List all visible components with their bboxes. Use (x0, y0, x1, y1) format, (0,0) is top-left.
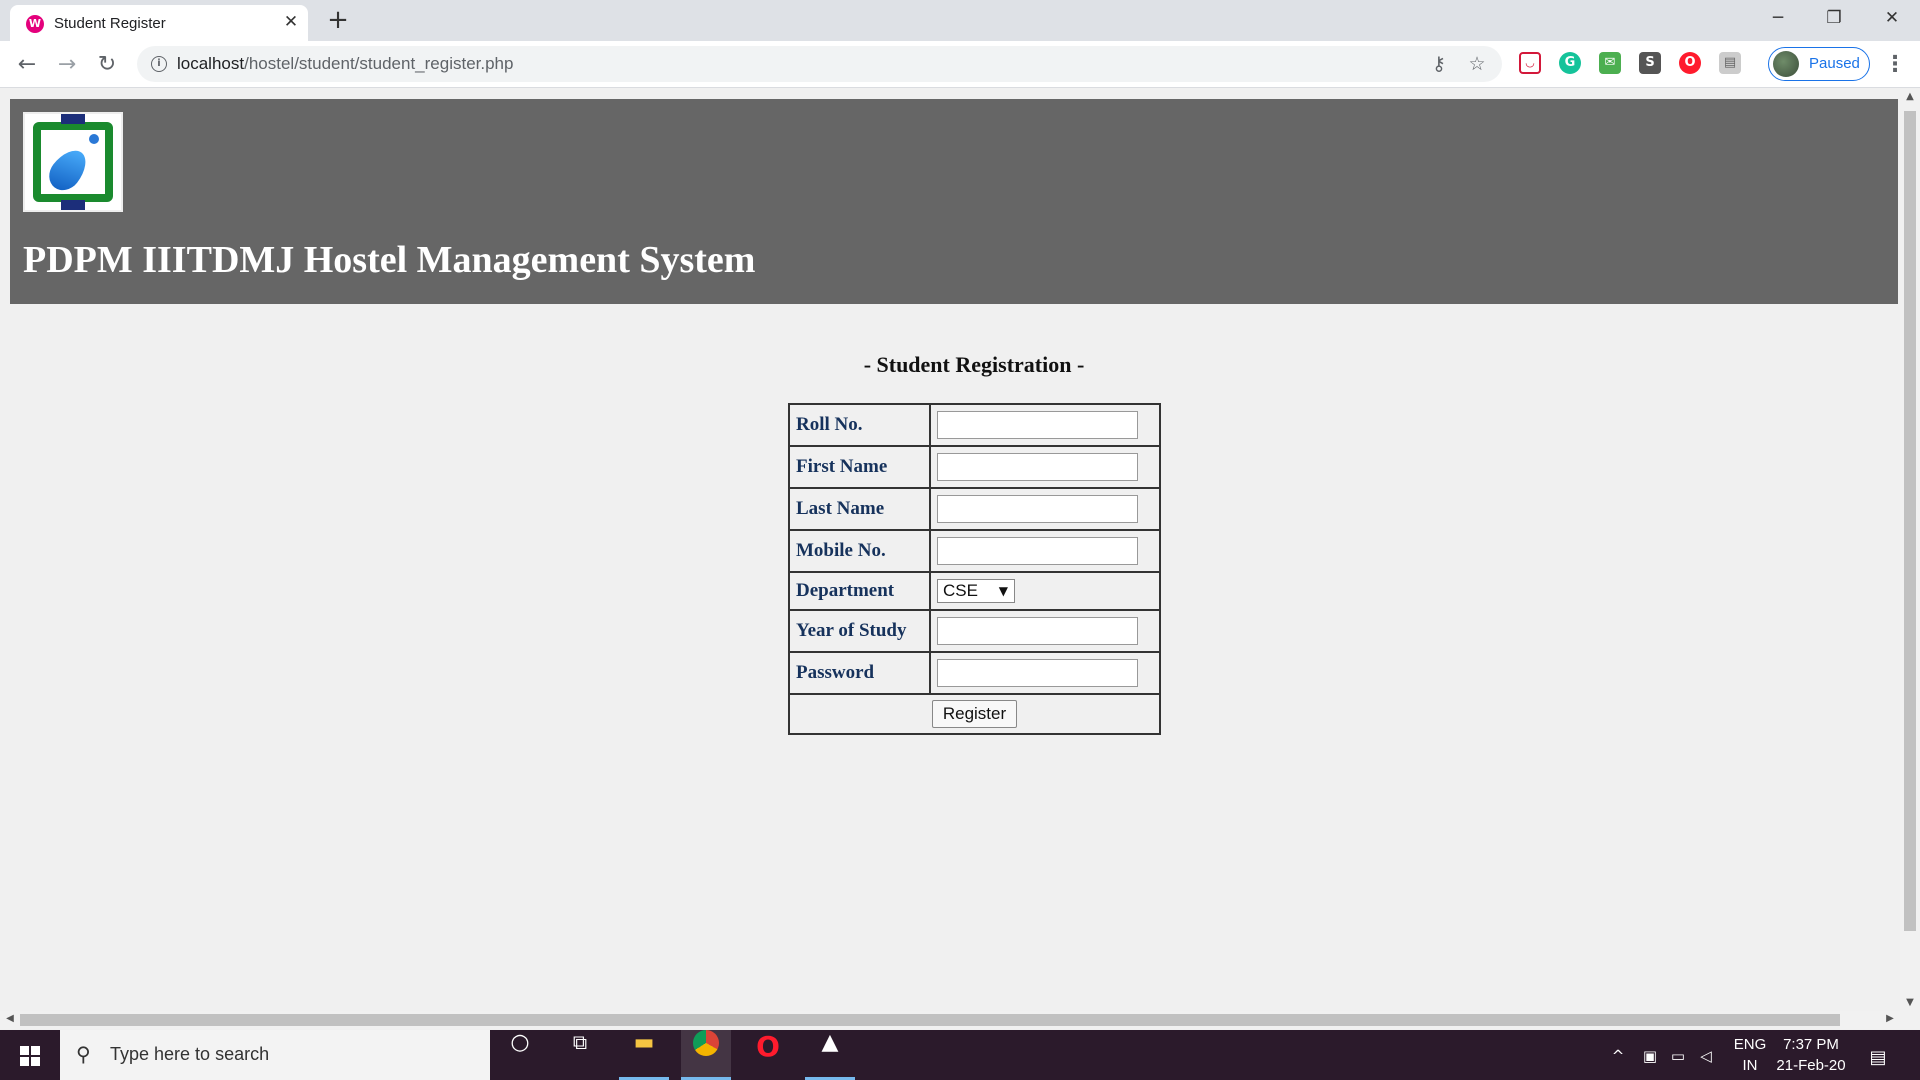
start-button[interactable] (0, 1030, 60, 1080)
restore-button[interactable]: ❐ (1806, 0, 1862, 36)
clock-date: 21-Feb-20 (1776, 1057, 1846, 1074)
site-logo (23, 112, 123, 212)
extension-icon[interactable]: ▤ (1719, 52, 1741, 74)
scroll-down-icon[interactable]: ▼ (1900, 997, 1920, 1008)
year-of-study-input[interactable] (936, 617, 1138, 645)
form-row-first-name: First Name (788, 445, 1162, 489)
form-row-department: Department CSE ▼ (788, 571, 1162, 611)
scroll-left-icon[interactable]: ◀ (0, 1013, 20, 1024)
url-path: /hostel/student/student_register.php (244, 54, 514, 73)
last-name-label: Last Name (788, 487, 931, 531)
department-select[interactable]: CSE ▼ (936, 579, 1015, 603)
volume-icon[interactable]: ◁ (1696, 1047, 1716, 1065)
site-title: PDPM IIITDMJ Hostel Management System (23, 239, 756, 281)
taskbar-search[interactable]: ⚲ Type here to search (60, 1030, 490, 1080)
search-placeholder: Type here to search (110, 1044, 270, 1064)
clock-time: 7:37 PM (1783, 1036, 1839, 1053)
browser-toolbar: ← → ↻ i localhost/hostel/student/student… (0, 41, 1920, 88)
show-hidden-icons-icon[interactable]: ^ (1608, 1047, 1628, 1065)
department-value: CSE (942, 581, 978, 600)
active-tab[interactable]: W Student Register ✕ (10, 5, 308, 41)
key-icon[interactable]: ⚷ (1427, 52, 1451, 76)
region-code: IN (1742, 1057, 1758, 1074)
horizontal-scrollbar[interactable]: ◀ ▶ (0, 1011, 1920, 1029)
form-row-password: Password (788, 651, 1162, 695)
form-row-submit: Register (788, 693, 1161, 735)
last-name-input[interactable] (936, 495, 1138, 523)
profile-status: Paused (1809, 55, 1860, 72)
notification-icon[interactable]: ▤ (1868, 1047, 1888, 1068)
forward-icon[interactable]: → (52, 50, 82, 80)
vertical-scrollbar[interactable]: ▲ ▼ (1900, 89, 1920, 1011)
register-button[interactable]: Register (931, 700, 1018, 728)
cortana-icon[interactable]: ○ (495, 1030, 545, 1080)
scroll-right-icon[interactable]: ▶ (1880, 1013, 1900, 1024)
scribd-icon[interactable]: S (1639, 52, 1661, 74)
roll-no-input[interactable] (936, 411, 1138, 439)
roll-no-label: Roll No. (788, 403, 931, 447)
sheets-icon[interactable]: ✉ (1599, 52, 1621, 74)
form-row-roll-no: Roll No. (788, 403, 1162, 447)
opera-browser-icon[interactable]: O (743, 1030, 793, 1080)
first-name-label: First Name (788, 445, 931, 489)
first-name-input[interactable] (936, 453, 1138, 481)
form-row-mobile-no: Mobile No. (788, 529, 1162, 573)
url-text[interactable]: localhost/hostel/student/student_registe… (177, 54, 513, 74)
scroll-up-icon[interactable]: ▲ (1900, 91, 1920, 102)
battery-icon[interactable]: ▭ (1668, 1047, 1688, 1065)
form-row-last-name: Last Name (788, 487, 1162, 531)
address-bar[interactable]: i localhost/hostel/student/student_regis… (137, 46, 1502, 82)
windows-icon (20, 1046, 40, 1066)
photos-icon[interactable]: ▲ (805, 1030, 855, 1080)
site-favicon-icon: W (26, 15, 44, 33)
form-heading: - Student Registration - (863, 352, 1085, 377)
grammarly-icon[interactable]: G (1559, 52, 1581, 74)
file-explorer-icon[interactable]: ▬ (619, 1030, 669, 1080)
back-icon[interactable]: ← (12, 50, 42, 80)
new-tab-button[interactable]: + (324, 6, 352, 34)
minimize-button[interactable]: ─ (1750, 0, 1806, 36)
password-label: Password (788, 651, 931, 695)
site-header: PDPM IIITDMJ Hostel Management System (10, 99, 1898, 304)
vertical-scroll-thumb[interactable] (1904, 111, 1916, 931)
tab-title: Student Register (54, 15, 166, 32)
network-icon[interactable]: ▣ (1640, 1047, 1660, 1065)
pocket-icon[interactable]: ◡ (1519, 52, 1541, 74)
info-icon[interactable]: i (151, 56, 167, 72)
registration-form: Roll No. First Name Last Name Mobile No.… (788, 403, 1162, 735)
task-view-icon[interactable]: ⧉ (555, 1030, 605, 1080)
year-of-study-label: Year of Study (788, 609, 931, 653)
reload-icon[interactable]: ↻ (92, 50, 122, 80)
avatar (1773, 51, 1799, 77)
search-icon: ⚲ (76, 1042, 91, 1066)
page-viewport: PDPM IIITDMJ Hostel Management System - … (0, 89, 1920, 1029)
language-indicator[interactable]: ENG IN (1730, 1030, 1770, 1080)
chevron-down-icon: ▼ (998, 584, 1008, 598)
mobile-no-input[interactable] (936, 537, 1138, 565)
star-icon[interactable]: ☆ (1465, 52, 1489, 76)
tab-strip: W Student Register ✕ + ─ ❐ ✕ (0, 0, 1920, 41)
department-label: Department (788, 571, 931, 611)
mobile-no-label: Mobile No. (788, 529, 931, 573)
horizontal-scroll-thumb[interactable] (20, 1014, 1840, 1026)
more-menu-icon[interactable]: ⋮ (1884, 50, 1906, 80)
form-row-year-of-study: Year of Study (788, 609, 1162, 653)
profile-button[interactable]: Paused (1768, 47, 1870, 81)
clock[interactable]: 7:37 PM 21-Feb-20 (1772, 1030, 1850, 1080)
close-window-button[interactable]: ✕ (1864, 0, 1920, 36)
url-host: localhost (177, 54, 245, 73)
windows-taskbar: ⚲ Type here to search ○ ⧉ ▬ O ▲ ^ ▣ ▭ ◁ … (0, 1030, 1920, 1080)
password-input[interactable] (936, 659, 1138, 687)
opera-icon[interactable]: O (1679, 52, 1701, 74)
chrome-icon[interactable] (681, 1030, 731, 1080)
language-code: ENG (1733, 1036, 1767, 1053)
tab-close-icon[interactable]: ✕ (280, 11, 302, 33)
